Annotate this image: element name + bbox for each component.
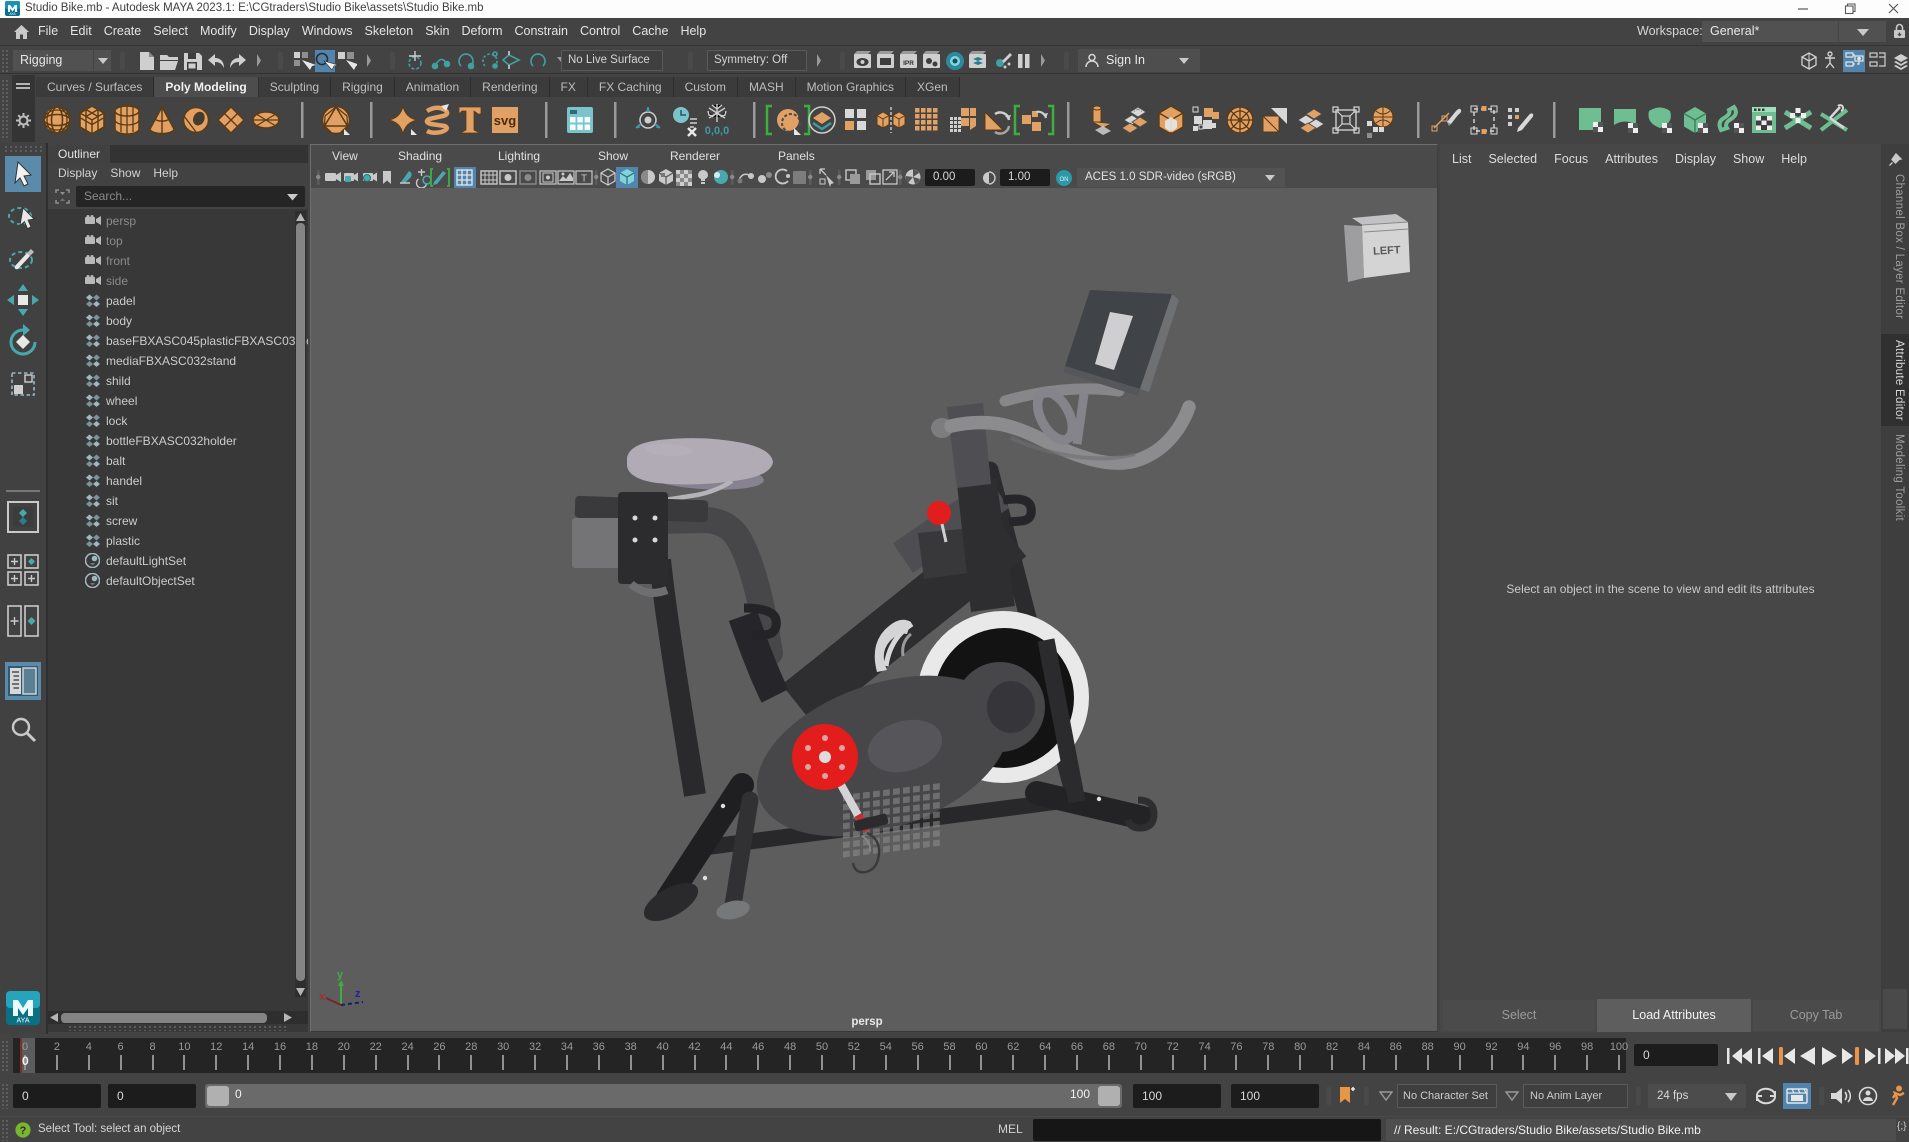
svg-text:?: ? (20, 1125, 27, 1137)
svg-text:x: x (319, 991, 326, 1003)
svg-text:AYA: AYA (17, 1018, 30, 1025)
svg-text:y: y (337, 969, 344, 981)
svg-text:ON: ON (1060, 177, 1069, 183)
svg-text:T: T (581, 174, 587, 185)
svg-text:z: z (355, 988, 361, 1000)
svg-text:AYA: AYA (9, 12, 16, 16)
svg-text:IPR: IPR (903, 60, 914, 67)
svg-text:LEFT: LEFT (1373, 244, 1401, 257)
svg-text:0,0,0: 0,0,0 (705, 125, 729, 137)
svg-text:svg: svg (494, 113, 516, 128)
